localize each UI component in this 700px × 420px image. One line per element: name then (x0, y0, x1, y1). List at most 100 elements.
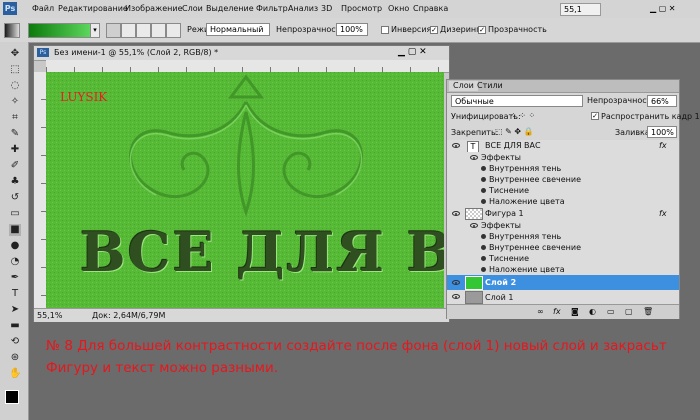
layer-row-shape[interactable]: Фигура 1 fx (447, 207, 679, 221)
lock-icons[interactable]: ⬚ ✎ ✥ 🔒 (495, 128, 534, 136)
blur-tool-icon[interactable]: ● (9, 240, 21, 252)
effect-name: Тиснение (489, 254, 529, 263)
new-layer-icon[interactable]: ▢ (625, 308, 633, 316)
marquee-tool-icon[interactable]: ⬚ (9, 64, 21, 76)
dodge-tool-icon[interactable]: ◔ (9, 256, 21, 268)
visibility-eye-icon[interactable] (451, 142, 461, 150)
effect-bullet-icon[interactable] (481, 177, 486, 182)
menu-3d[interactable]: 3D (321, 4, 332, 13)
inversion-checkbox[interactable] (381, 26, 389, 34)
pen-tool-icon[interactable]: ✒ (9, 272, 21, 284)
eyedropper-tool-icon[interactable]: ✎ (9, 128, 21, 140)
visibility-eye-icon[interactable] (451, 293, 461, 301)
transparency-checkbox[interactable]: ✓ (478, 26, 486, 34)
menu-select[interactable]: Выделение (206, 4, 254, 13)
tab-layers[interactable]: Слои (449, 81, 478, 91)
menu-file[interactable]: Файл (32, 4, 54, 13)
move-tool-icon[interactable]: ✥ (9, 48, 21, 60)
document-window-controls[interactable]: ▁ ▢ ✕ (398, 47, 427, 57)
chevron-down-icon[interactable]: ▾ (90, 23, 100, 38)
propagate-checkbox[interactable]: ✓ (591, 112, 599, 120)
layers-panel: Слои Стили Обычные Непрозрачность: 66% У… (446, 79, 700, 319)
gradient-tool-icon[interactable] (4, 23, 20, 38)
clone-stamp-tool-icon[interactable]: ♣ (9, 176, 21, 188)
visibility-eye-icon[interactable] (469, 222, 479, 230)
gradient-tool-button-icon[interactable]: ■ (9, 224, 21, 236)
visibility-eye-icon[interactable] (469, 154, 479, 162)
tab-styles[interactable]: Стили (477, 82, 503, 90)
effect-bullet-icon[interactable] (481, 267, 486, 272)
reflected-gradient-button[interactable] (151, 23, 166, 38)
add-style-icon[interactable]: fx (553, 308, 561, 316)
mode-select[interactable]: Нормальный (206, 23, 270, 36)
unify-icons[interactable]: ⁘ ⁘ ⁘ (510, 112, 535, 120)
path-selection-tool-icon[interactable]: ➤ (9, 304, 21, 316)
status-zoom[interactable]: 55,1% (37, 312, 62, 320)
app-logo: Ps (3, 2, 17, 15)
effect-bullet-icon[interactable] (481, 166, 486, 171)
blend-mode-select[interactable]: Обычные (451, 95, 583, 107)
panel-footer-buttons: ∞ fx ◙ ◐ ▭ ▢ 🗑 (447, 304, 679, 319)
dither-label: Дизеринг (440, 25, 481, 34)
crop-tool-icon[interactable]: ⌗ (9, 112, 21, 124)
linear-gradient-button[interactable] (106, 23, 121, 38)
fill-field[interactable]: 100% (647, 126, 677, 138)
history-brush-tool-icon[interactable]: ↺ (9, 192, 21, 204)
healing-brush-tool-icon[interactable]: ✚ (9, 144, 21, 156)
radial-gradient-button[interactable] (121, 23, 136, 38)
shape-layer-thumbnail (465, 208, 483, 220)
window-controls[interactable]: ▁ ▢ ✕ (650, 4, 694, 14)
fill-layer-thumbnail (465, 276, 483, 290)
trash-icon[interactable]: 🗑 (643, 308, 653, 316)
effect-bullet-icon[interactable] (481, 245, 486, 250)
effect-name: Тиснение (489, 186, 529, 195)
zoom-readout[interactable]: 55,1 (560, 3, 601, 16)
effect-bullet-icon[interactable] (481, 199, 486, 204)
menu-analysis[interactable]: Анализ (288, 4, 318, 13)
lasso-tool-icon[interactable]: ◌ (9, 80, 21, 92)
menu-edit[interactable]: Редактирование (58, 4, 128, 13)
effect-bullet-icon[interactable] (481, 234, 486, 239)
image-canvas[interactable]: LUYSIK ВСЕ ДЛЯ ВАС (46, 72, 444, 308)
document-tab[interactable]: Ps Без имени-1 @ 55,1% (Слой 2, RGB/8) *… (34, 46, 449, 61)
diamond-gradient-button[interactable] (166, 23, 181, 38)
effect-name: Внутренняя тень (489, 164, 562, 173)
effect-name: Наложение цвета (489, 265, 565, 274)
dither-checkbox[interactable]: ✓ (430, 26, 438, 34)
type-tool-icon[interactable]: T (9, 288, 21, 300)
menu-bar: Ps Файл Редактирование Изображение Слои … (0, 0, 700, 19)
menu-filter[interactable]: Фильтр (256, 4, 288, 13)
fx-badge[interactable]: fx (659, 210, 667, 218)
link-layers-icon[interactable]: ∞ (537, 308, 544, 316)
options-bar: ▾ Режим: Нормальный Непрозрачность: 100%… (0, 18, 700, 43)
effect-bullet-icon[interactable] (481, 188, 486, 193)
brush-tool-icon[interactable]: ✐ (9, 160, 21, 172)
add-mask-icon[interactable]: ◙ (571, 308, 579, 316)
menu-view[interactable]: Просмотр (341, 4, 382, 13)
eraser-tool-icon[interactable]: ▭ (9, 208, 21, 220)
menu-window[interactable]: Окно (388, 4, 409, 13)
foreground-color-swatch[interactable] (5, 390, 19, 404)
magic-wand-tool-icon[interactable]: ✧ (9, 96, 21, 108)
effect-name: Наложение цвета (489, 197, 565, 206)
gradient-picker[interactable] (28, 23, 92, 38)
layers-list: T ВСЕ ДЛЯ ВАС fx Эффекты Внутренняя тень… (447, 140, 679, 305)
effects-label: Эффекты (481, 153, 521, 162)
layer-row-base[interactable]: Слой 1 (447, 290, 679, 305)
layer-row-selected[interactable]: Слой 2 (447, 275, 679, 291)
menu-layers[interactable]: Слои (182, 4, 203, 13)
visibility-eye-icon[interactable] (451, 210, 461, 218)
layer-opacity-field[interactable]: 66% (647, 95, 677, 107)
panel-tab-bar: Слои Стили (447, 80, 679, 93)
layer-name: ВСЕ ДЛЯ ВАС (485, 141, 541, 150)
effect-bullet-icon[interactable] (481, 256, 486, 261)
angle-gradient-button[interactable] (136, 23, 151, 38)
opacity-field[interactable]: 100% (336, 23, 368, 36)
menu-help[interactable]: Справка (413, 4, 448, 13)
adjustment-layer-icon[interactable]: ◐ (589, 308, 596, 316)
fx-badge[interactable]: fx (659, 142, 667, 150)
menu-image[interactable]: Изображение (125, 4, 183, 13)
visibility-eye-icon[interactable] (451, 279, 461, 287)
new-group-icon[interactable]: ▭ (607, 308, 615, 316)
document-status-bar: 55,1% Док: 2,64M/6,79M (34, 308, 449, 322)
